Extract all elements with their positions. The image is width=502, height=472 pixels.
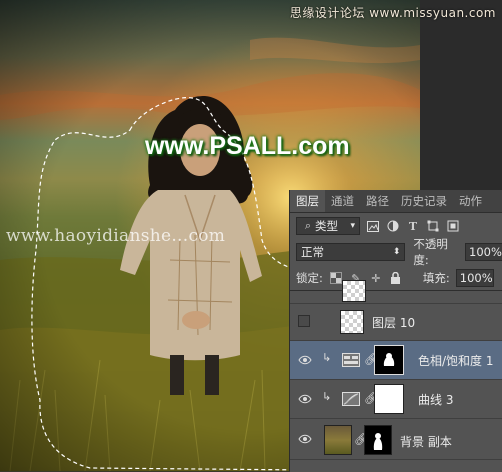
chevron-down-icon: ▾ — [350, 221, 355, 231]
lock-move-icon[interactable]: ✛ — [369, 271, 383, 285]
watermark-top-right: 思缘设计论坛 www.missyuan.com — [289, 6, 496, 20]
filter-pixel-icon[interactable] — [366, 219, 380, 233]
visibility-toggle[interactable] — [298, 315, 310, 327]
panel-tabs: 图层 通道 路径 历史记录 动作 — [290, 190, 502, 213]
fill-label: 填充: — [422, 271, 450, 285]
tab-history[interactable]: 历史记录 — [395, 190, 453, 212]
layer-thumbnail — [342, 280, 366, 302]
layer-name[interactable]: 背景 副本 — [400, 433, 452, 450]
lock-all-icon[interactable] — [389, 271, 403, 285]
tab-paths[interactable]: 路径 — [360, 190, 395, 212]
tab-actions[interactable]: 动作 — [453, 190, 488, 212]
layer-row[interactable]: 图层 10 — [290, 304, 502, 341]
curves-icon — [342, 392, 360, 406]
layer-thumbnail — [340, 310, 364, 334]
blend-mode-value: 正常 — [301, 245, 324, 259]
watermark-url: www.haoyidianshe...com — [6, 226, 226, 246]
layer-row[interactable]: ↳ 🔗︎ 曲线 3 — [290, 380, 502, 419]
opacity-label: 不透明度: — [413, 237, 448, 267]
lock-label: 锁定: — [296, 271, 323, 285]
blend-row: 正常 ⬍ 不透明度: 100% — [290, 237, 502, 267]
clip-arrow-icon: ↳ — [322, 351, 332, 364]
layer-list[interactable]: 图层 10 ↳ 🔗︎ 色相/饱和度 1 ↳ 🔗︎ 曲线 3 🔗︎ 背景 副本 — [290, 280, 502, 472]
layer-name[interactable]: 色相/饱和度 1 — [418, 352, 494, 369]
eye-icon[interactable] — [298, 432, 312, 446]
tab-channels[interactable]: 通道 — [325, 190, 360, 212]
layer-row-partial[interactable] — [290, 280, 502, 304]
blend-mode-select[interactable]: 正常 ⬍ — [296, 243, 406, 261]
filter-type-icon[interactable]: T — [406, 219, 420, 233]
tab-layers[interactable]: 图层 — [290, 190, 325, 212]
filter-smartobject-icon[interactable] — [446, 219, 460, 233]
hue-saturation-icon — [342, 353, 360, 367]
opacity-input[interactable]: 100% — [465, 243, 502, 261]
layer-mask-thumbnail[interactable] — [374, 384, 404, 414]
eye-icon[interactable] — [298, 353, 312, 367]
layers-panel: 图层 通道 路径 历史记录 动作 ⌕ 类型 ▾ T 正常 ⬍ 不透明度: 100… — [289, 190, 502, 472]
filter-adjustment-icon[interactable] — [386, 219, 400, 233]
watermark-psall: www.PSALL.com — [145, 132, 350, 160]
lock-row: 锁定: ✎ ✛ 填充: 100% — [290, 265, 502, 291]
layer-name[interactable]: 曲线 3 — [418, 391, 453, 408]
stepper-icon: ⬍ — [392, 247, 401, 257]
lock-transparent-icon[interactable] — [329, 271, 343, 285]
fill-input[interactable]: 100% — [455, 269, 494, 287]
filter-row: ⌕ 类型 ▾ T — [290, 213, 502, 239]
layer-row-selected[interactable]: ↳ 🔗︎ 色相/饱和度 1 — [290, 341, 502, 380]
filter-shape-icon[interactable] — [426, 219, 440, 233]
layer-mask-thumbnail[interactable] — [364, 425, 392, 455]
clip-arrow-icon: ↳ — [322, 390, 332, 403]
eye-icon[interactable] — [298, 392, 312, 406]
filter-kind-label: 类型 — [315, 219, 338, 233]
layer-thumbnail — [324, 425, 352, 455]
layer-name[interactable]: 图层 10 — [372, 314, 415, 331]
filter-kind-select[interactable]: ⌕ 类型 ▾ — [296, 217, 360, 235]
layer-mask-thumbnail[interactable] — [374, 345, 404, 375]
search-icon: ⌕ — [304, 219, 312, 232]
layer-row[interactable]: 🔗︎ 背景 副本 — [290, 419, 502, 460]
